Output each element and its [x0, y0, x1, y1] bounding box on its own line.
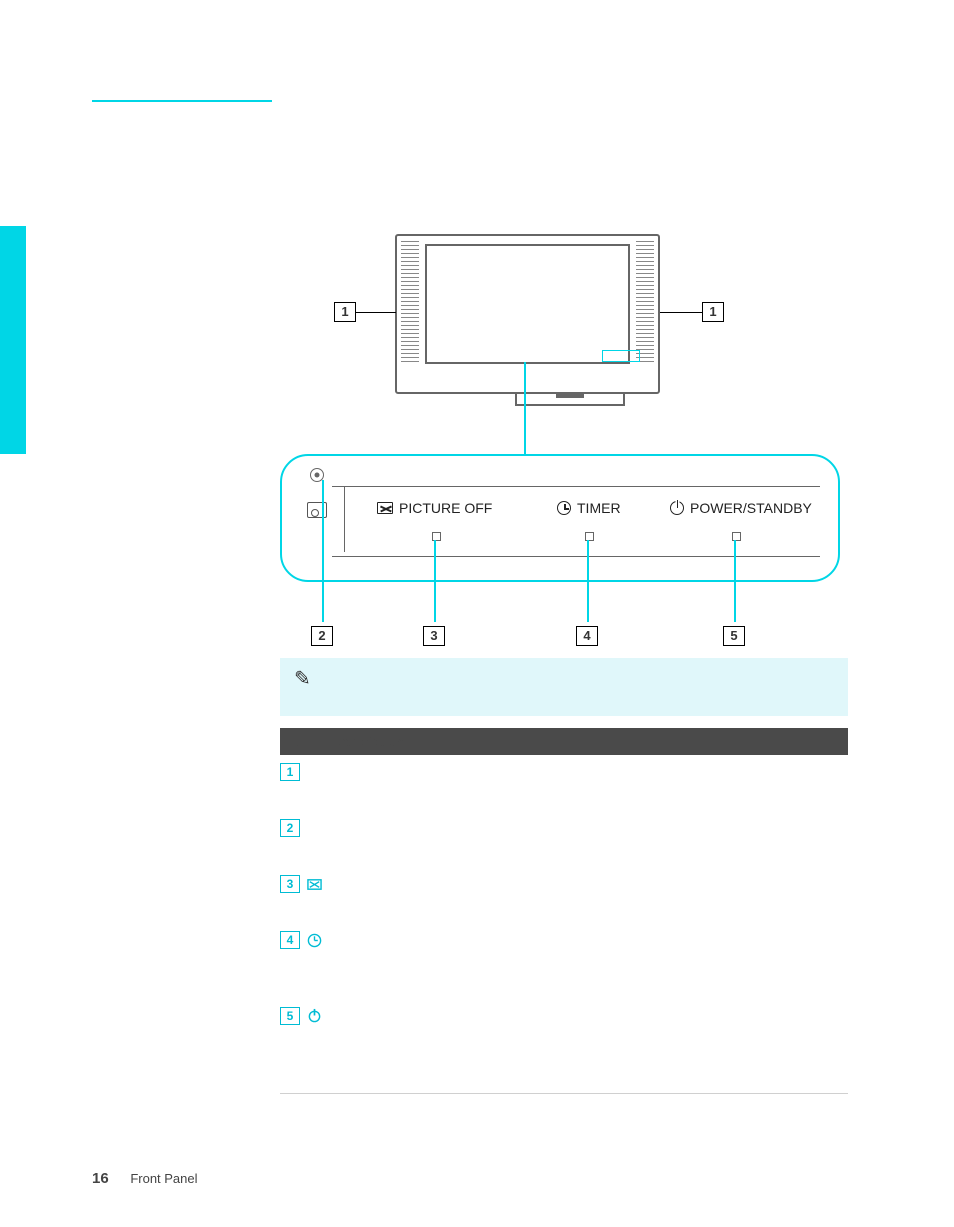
row-desc: LED lights up in green when the picture …: [332, 897, 718, 912]
speaker-left: [401, 240, 419, 362]
callout-line: [660, 312, 702, 313]
leader: [587, 540, 589, 622]
zoom-leader: [524, 362, 526, 454]
timer-icon: [304, 931, 324, 949]
side-tab: [0, 226, 26, 454]
callout-1-right: 1: [702, 302, 724, 322]
callout-2: 2: [311, 626, 333, 646]
tv-outline: [395, 234, 660, 394]
row-number: 3: [280, 875, 300, 893]
description-table: Item Description 1 Speakers Outputs audi…: [280, 728, 848, 1094]
th-item: Item: [280, 728, 328, 755]
row-desc: LED lights up in green when the TV is on…: [332, 1028, 817, 1082]
diagram-area: 1 1 PICTURE OFF TI: [280, 234, 860, 654]
note-text: The numbers in the white boxes identify …: [328, 668, 799, 703]
heading-rule: [92, 100, 272, 102]
tv-screen: [425, 244, 630, 364]
timer-icon: [557, 501, 571, 515]
picture-off-icon: [377, 502, 393, 514]
callout-5: 5: [723, 626, 745, 646]
panel-item-picture-off: PICTURE OFF: [377, 500, 492, 516]
note-box: ✎ The numbers in the white boxes identif…: [280, 658, 848, 716]
picture-off-icon: [304, 875, 324, 893]
leader: [734, 540, 736, 622]
table-row: 2 Remote Control Sensor Point the remote…: [280, 811, 848, 867]
panel-line: [332, 486, 820, 487]
panel-item-timer: TIMER: [557, 500, 621, 516]
row-number: 1: [280, 763, 300, 781]
leader: [322, 480, 324, 622]
table-row: 1 Speakers Outputs audio signal from the…: [280, 755, 848, 811]
page-footer: 16 Front Panel: [92, 1170, 198, 1187]
sub-heading: Indicators: [280, 180, 872, 204]
row-title: PICTURE OFF Indicator: [332, 877, 477, 892]
row-desc: Point the remote control towards this se…: [332, 841, 589, 856]
table-header: Item Description: [280, 728, 848, 755]
power-icon: [304, 1007, 324, 1025]
panel-divider: [344, 486, 345, 552]
power-icon: [670, 501, 684, 515]
row-desc: LED lights up in orange when the timer i…: [332, 953, 832, 988]
callout-line: [356, 312, 396, 313]
row-title: Speakers: [332, 765, 390, 780]
footer-label: Front Panel: [130, 1171, 197, 1186]
section-heading: Front Panel: [92, 108, 872, 140]
memory-stick-icon: [307, 502, 327, 518]
panel-label: TIMER: [577, 500, 621, 516]
row-title: Remote Control Sensor: [332, 821, 477, 836]
table-row: 5 POWER/STANDBY Indicator LED lights up …: [280, 999, 848, 1094]
speaker-right: [636, 240, 654, 362]
row-number: 2: [280, 819, 300, 837]
row-number: 4: [280, 931, 300, 949]
callout-1-left: 1: [334, 302, 356, 322]
leader: [434, 540, 436, 622]
panel-label: POWER/STANDBY: [690, 500, 812, 516]
zoom-source: [602, 350, 640, 362]
page-number: 16: [92, 1170, 109, 1187]
callout-3: 3: [423, 626, 445, 646]
panel-item-power: POWER/STANDBY: [670, 500, 812, 516]
th-desc: Description: [328, 728, 848, 755]
callout-4: 4: [576, 626, 598, 646]
table-row: 3 PICTURE OFF Indicator LED lights up in…: [280, 867, 848, 923]
note-icon: ✎: [294, 666, 311, 691]
row-desc: Outputs audio signal from the left and r…: [332, 785, 716, 800]
row-title: TIMER Indicator: [332, 933, 431, 948]
indicator-panel: PICTURE OFF TIMER POWER/STANDBY: [280, 454, 840, 582]
page-content: Front Panel Indicators 1 1: [92, 100, 872, 1094]
panel-label: PICTURE OFF: [399, 500, 492, 516]
tv-stand: [515, 394, 625, 406]
row-number: 5: [280, 1007, 300, 1025]
panel-line: [332, 556, 820, 557]
table-row: 4 TIMER Indicator LED lights up in orang…: [280, 923, 848, 999]
row-title: POWER/STANDBY Indicator: [332, 1009, 505, 1024]
